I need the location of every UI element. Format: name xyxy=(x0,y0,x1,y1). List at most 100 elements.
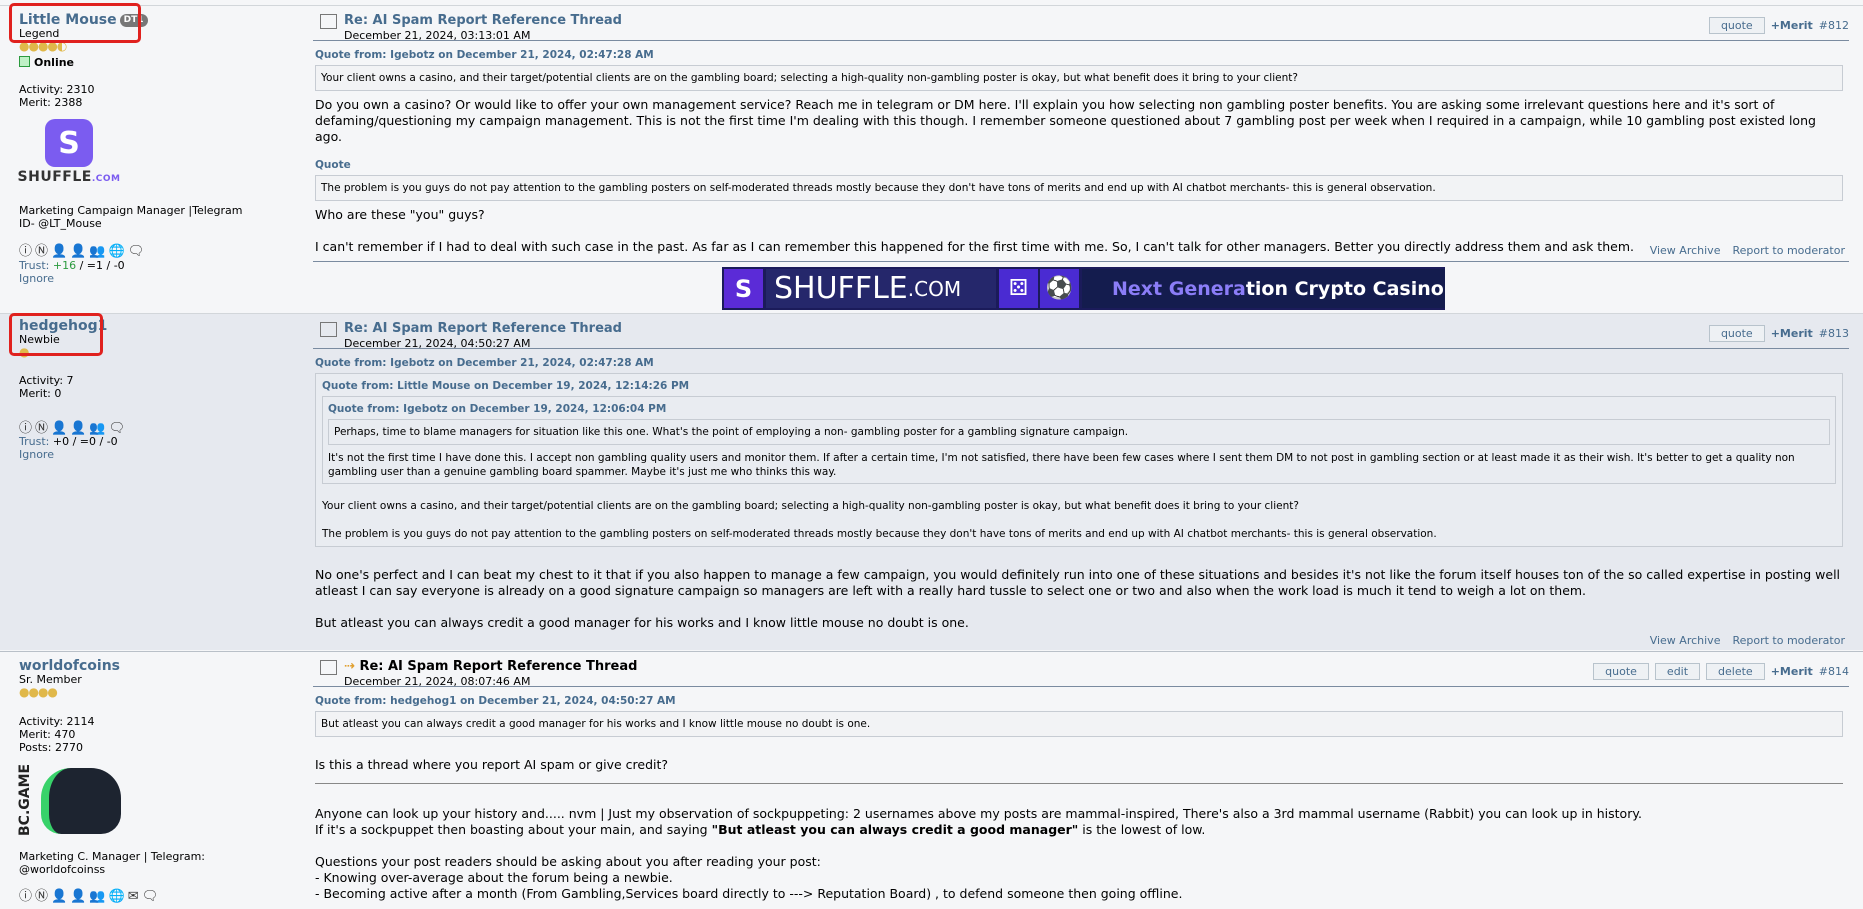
view-archive-link[interactable]: View Archive xyxy=(1650,244,1721,257)
post-content: ⇢ Re: AI Spam Report Reference Thread De… xyxy=(313,652,1849,902)
post-paragraph: If it's a sockpuppet then boasting about… xyxy=(315,822,1206,837)
bat-mascot-icon xyxy=(41,768,121,834)
highlight-box xyxy=(9,313,103,356)
quote-body: Your client owns a casino, and their tar… xyxy=(315,65,1843,91)
nested-quote-text: It's not the first time I have done this… xyxy=(328,452,1795,478)
post-number[interactable]: #813 xyxy=(1819,327,1849,340)
add-buddy-icon[interactable]: 👤 xyxy=(51,421,70,436)
ignore-network-icon[interactable]: Ⓝ xyxy=(35,421,51,436)
ignore-link[interactable]: Ignore xyxy=(19,272,54,285)
post-body: Quote from: hedgehog1 on December 21, 20… xyxy=(313,693,1849,902)
message-icon[interactable]: 🗨 xyxy=(142,889,162,904)
post-header: Re: AI Spam Report Reference Thread Dece… xyxy=(313,6,1849,42)
ignore-network-icon[interactable]: Ⓝ xyxy=(35,889,51,904)
post-title[interactable]: Re: AI Spam Report Reference Thread xyxy=(344,13,622,28)
profile-icon[interactable]: 👥 xyxy=(89,421,108,436)
post-number[interactable]: #812 xyxy=(1819,19,1849,32)
post-title[interactable]: Re: AI Spam Report Reference Thread xyxy=(344,321,622,336)
merit-link[interactable]: +Merit xyxy=(1771,327,1813,340)
banner-tagline: Next Genera tion Crypto Casino xyxy=(1082,269,1445,308)
trust: Trust: +16 / =1 / -0 xyxy=(19,259,125,272)
personal-text: Marketing C. Manager | Telegram: @worldo… xyxy=(19,850,206,876)
info-icon[interactable]: ⓘ xyxy=(19,889,35,904)
avatar: S SHUFFLE.COM xyxy=(18,119,120,191)
view-archive-link[interactable]: View Archive xyxy=(1650,634,1721,647)
post-actions: quote +Merit #813 xyxy=(1708,325,1849,342)
merit: Merit: 0 xyxy=(19,387,62,400)
post-content: Re: AI Spam Report Reference Thread Dece… xyxy=(313,6,1849,261)
quote-button[interactable]: quote xyxy=(1708,17,1765,34)
edit-button[interactable]: edit xyxy=(1654,663,1701,680)
post-body: Quote from: Igebotz on December 21, 2024… xyxy=(313,47,1849,255)
personal-text: Marketing Campaign Manager |Telegram ID-… xyxy=(19,204,243,230)
merit: Merit: 470 xyxy=(19,728,76,741)
quote-button[interactable]: quote xyxy=(1593,663,1649,680)
merit-link[interactable]: +Merit xyxy=(1771,665,1813,678)
message-icon[interactable]: 🗨 xyxy=(128,244,148,259)
shuffle-logo-icon: S xyxy=(724,269,763,308)
report-link[interactable]: Report to moderator xyxy=(1732,634,1845,647)
ignore-link[interactable]: Ignore xyxy=(19,448,54,461)
shuffle-logo-icon: S xyxy=(45,119,93,167)
post-814: worldofcoins Sr. Member ●●●● Activity: 2… xyxy=(0,651,1863,909)
email-icon[interactable]: ✉ xyxy=(128,889,142,904)
globe-icon[interactable]: 🌐 xyxy=(109,889,128,904)
add-buddy-icon[interactable]: 👤 xyxy=(51,889,70,904)
post-footer: View Archive Report to moderator xyxy=(1650,244,1845,257)
banner-brand: SHUFFLE .COM xyxy=(766,269,996,308)
post-content: Re: AI Spam Report Reference Thread Dece… xyxy=(313,314,1849,637)
horizontal-rule xyxy=(315,783,1843,784)
post-paragraph: No one's perfect and I can beat my chest… xyxy=(315,567,1841,598)
username-link[interactable]: worldofcoins xyxy=(19,658,120,674)
message-icon[interactable]: 🗨 xyxy=(109,421,129,436)
post-actions: quote edit delete +Merit #814 xyxy=(1593,663,1849,680)
report-link[interactable]: Report to moderator xyxy=(1732,244,1845,257)
post-icon xyxy=(320,322,337,337)
quote-header[interactable]: Quote from: hedgehog1 on December 21, 20… xyxy=(315,693,1843,709)
highlight-box xyxy=(9,3,141,43)
nested-quote-header[interactable]: Quote from: Igebotz on December 19, 2024… xyxy=(328,401,1830,417)
quote-header[interactable]: Quote from: Igebotz on December 21, 2024… xyxy=(315,47,1843,63)
new-arrow-icon: ⇢ xyxy=(344,659,355,674)
globe-icon[interactable]: 🌐 xyxy=(109,244,128,259)
trust: Trust: +0 / =0 / -0 xyxy=(19,435,118,448)
post-list-item: - Becoming active after a month (From Ga… xyxy=(315,886,1183,901)
activity: Activity: 2114 xyxy=(19,715,95,728)
post-paragraph: I can't remember if I had to deal with s… xyxy=(315,239,1634,254)
info-icon[interactable]: ⓘ xyxy=(19,244,35,259)
nested-quote-header[interactable]: Quote from: Little Mouse on December 19,… xyxy=(322,378,1836,394)
merit-link[interactable]: +Merit xyxy=(1771,19,1813,32)
remove-buddy-icon[interactable]: 👤 xyxy=(70,421,89,436)
profile-icon[interactable]: 👥 xyxy=(89,244,108,259)
remove-buddy-icon[interactable]: 👤 xyxy=(70,889,89,904)
post-812: Little Mouse DT1 Legend ●●●●◐ Online Acti… xyxy=(0,3,1863,305)
quote-button[interactable]: quote xyxy=(1708,325,1765,342)
post-paragraph: Is this a thread where you report AI spa… xyxy=(315,757,669,772)
remove-buddy-icon[interactable]: 👤 xyxy=(70,244,89,259)
add-buddy-icon[interactable]: 👤 xyxy=(51,244,70,259)
ignore-network-icon[interactable]: Ⓝ xyxy=(35,244,51,259)
quote-header[interactable]: Quote from: Igebotz on December 21, 2024… xyxy=(315,355,1843,371)
post-date: December 21, 2024, 03:13:01 AM xyxy=(344,29,531,42)
post-paragraph: Who are these "you" guys? xyxy=(315,207,485,222)
post-body: Quote from: Igebotz on December 21, 2024… xyxy=(313,355,1849,631)
delete-button[interactable]: delete xyxy=(1706,663,1765,680)
post-number[interactable]: #814 xyxy=(1819,665,1849,678)
post-icon xyxy=(320,660,337,675)
post-paragraph: But atleast you can always credit a good… xyxy=(315,615,969,630)
post-header: Re: AI Spam Report Reference Thread Dece… xyxy=(313,314,1849,350)
online-icon xyxy=(19,56,30,67)
activity: Activity: 2310 xyxy=(19,83,95,96)
info-icon[interactable]: ⓘ xyxy=(19,421,35,436)
signature-banner[interactable]: S SHUFFLE .COM ⚄ ⚽ Next Genera tion Crypto… xyxy=(722,267,1445,310)
profile-icon[interactable]: 👥 xyxy=(89,889,108,904)
rank: Sr. Member xyxy=(19,673,82,686)
post-title[interactable]: ⇢ Re: AI Spam Report Reference Thread xyxy=(344,659,637,674)
dice-icon: ⚄ xyxy=(999,269,1038,308)
quote-body: The problem is you guys do not pay atten… xyxy=(315,175,1843,201)
post-date: December 21, 2024, 04:50:27 AM xyxy=(344,337,531,350)
profile-icons: ⓘⓃ👤👤👥🌐✉🗨 xyxy=(19,890,289,903)
post-icon xyxy=(320,14,337,29)
ball-icon: ⚽ xyxy=(1040,269,1079,308)
avatar-brand: BC.GAME xyxy=(17,763,33,836)
